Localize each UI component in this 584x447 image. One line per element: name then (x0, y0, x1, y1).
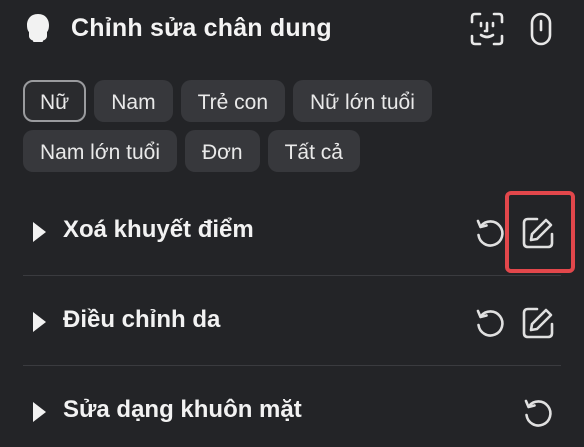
chip-male[interactable]: Nam (94, 80, 173, 122)
person-head-icon (24, 12, 52, 44)
toggle-switch-icon[interactable] (524, 11, 558, 47)
section-label: Xoá khuyết điểm (63, 216, 254, 243)
caret-right-icon[interactable] (33, 222, 46, 242)
chip-child[interactable]: Trẻ con (180, 80, 285, 122)
pencil-edit-icon[interactable] (520, 305, 556, 341)
chip-older-male[interactable]: Nam lớn tuổi (23, 130, 177, 172)
chip-female[interactable]: Nữ (23, 80, 87, 122)
section-divider (23, 275, 561, 276)
section-label: Sửa dạng khuôn mặt (63, 396, 302, 423)
section-skin-adjust[interactable]: Điều chỉnh da (0, 280, 584, 366)
panel-header: Chỉnh sửa chân dung (0, 0, 584, 58)
filter-chip-row: Nữ Nam Trẻ con Nữ lớn tuổi (23, 80, 563, 122)
section-divider (23, 365, 561, 366)
portrait-edit-panel: Chỉnh sửa chân dung Nữ Nam Trẻ con Nữ lớ… (0, 0, 584, 447)
caret-right-icon[interactable] (33, 402, 46, 422)
chip-older-female[interactable]: Nữ lớn tuổi (293, 80, 432, 122)
filter-chips: Nữ Nam Trẻ con Nữ lớn tuổi Nam lớn tuổi … (23, 80, 563, 180)
filter-chip-row: Nam lớn tuổi Đơn Tất cả (23, 130, 563, 172)
edit-highlight-box (505, 191, 575, 273)
chip-single[interactable]: Đơn (184, 130, 260, 172)
section-face-reshape[interactable]: Sửa dạng khuôn mặt (0, 370, 584, 447)
face-scan-icon[interactable] (469, 11, 505, 47)
section-blemish-removal[interactable]: Xoá khuyết điểm (0, 190, 584, 276)
caret-right-icon[interactable] (33, 312, 46, 332)
reset-icon[interactable] (520, 395, 556, 431)
reset-icon[interactable] (472, 305, 508, 341)
chip-all[interactable]: Tất cả (267, 130, 360, 172)
reset-icon[interactable] (472, 215, 508, 251)
panel-title: Chỉnh sửa chân dung (71, 14, 332, 42)
section-label: Điều chỉnh da (63, 306, 221, 333)
